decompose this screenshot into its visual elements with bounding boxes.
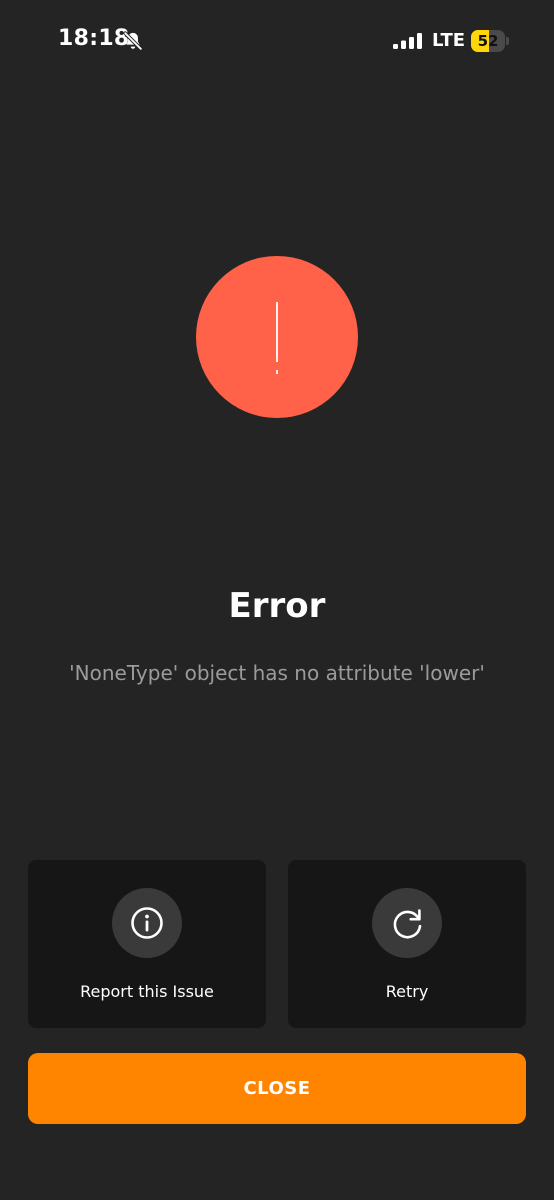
status-bar: 18:18 LTE 52 xyxy=(0,0,554,84)
report-issue-button[interactable]: Report this Issue xyxy=(28,860,266,1028)
status-time: 18:18 xyxy=(58,26,130,51)
battery-cap xyxy=(506,37,509,45)
close-button[interactable]: CLOSE xyxy=(28,1053,526,1124)
info-icon xyxy=(131,907,163,939)
battery-icon: 52 xyxy=(471,30,509,52)
error-title: Error xyxy=(228,586,326,626)
bell-slash-icon xyxy=(123,31,143,51)
battery-level: 52 xyxy=(477,32,499,50)
exclamation-icon xyxy=(276,302,278,374)
signal-bars-icon xyxy=(393,33,422,49)
report-issue-label: Report this Issue xyxy=(80,982,214,1001)
report-icon-circle xyxy=(112,888,182,958)
error-message: 'NoneType' object has no attribute 'lowe… xyxy=(69,661,485,685)
retry-icon xyxy=(393,909,422,939)
retry-label: Retry xyxy=(385,982,429,1001)
network-type: LTE xyxy=(432,30,466,51)
error-alert-circle xyxy=(196,256,358,418)
retry-button[interactable]: Retry xyxy=(288,860,526,1028)
retry-icon-circle xyxy=(372,888,442,958)
battery-body: 52 xyxy=(471,30,505,52)
